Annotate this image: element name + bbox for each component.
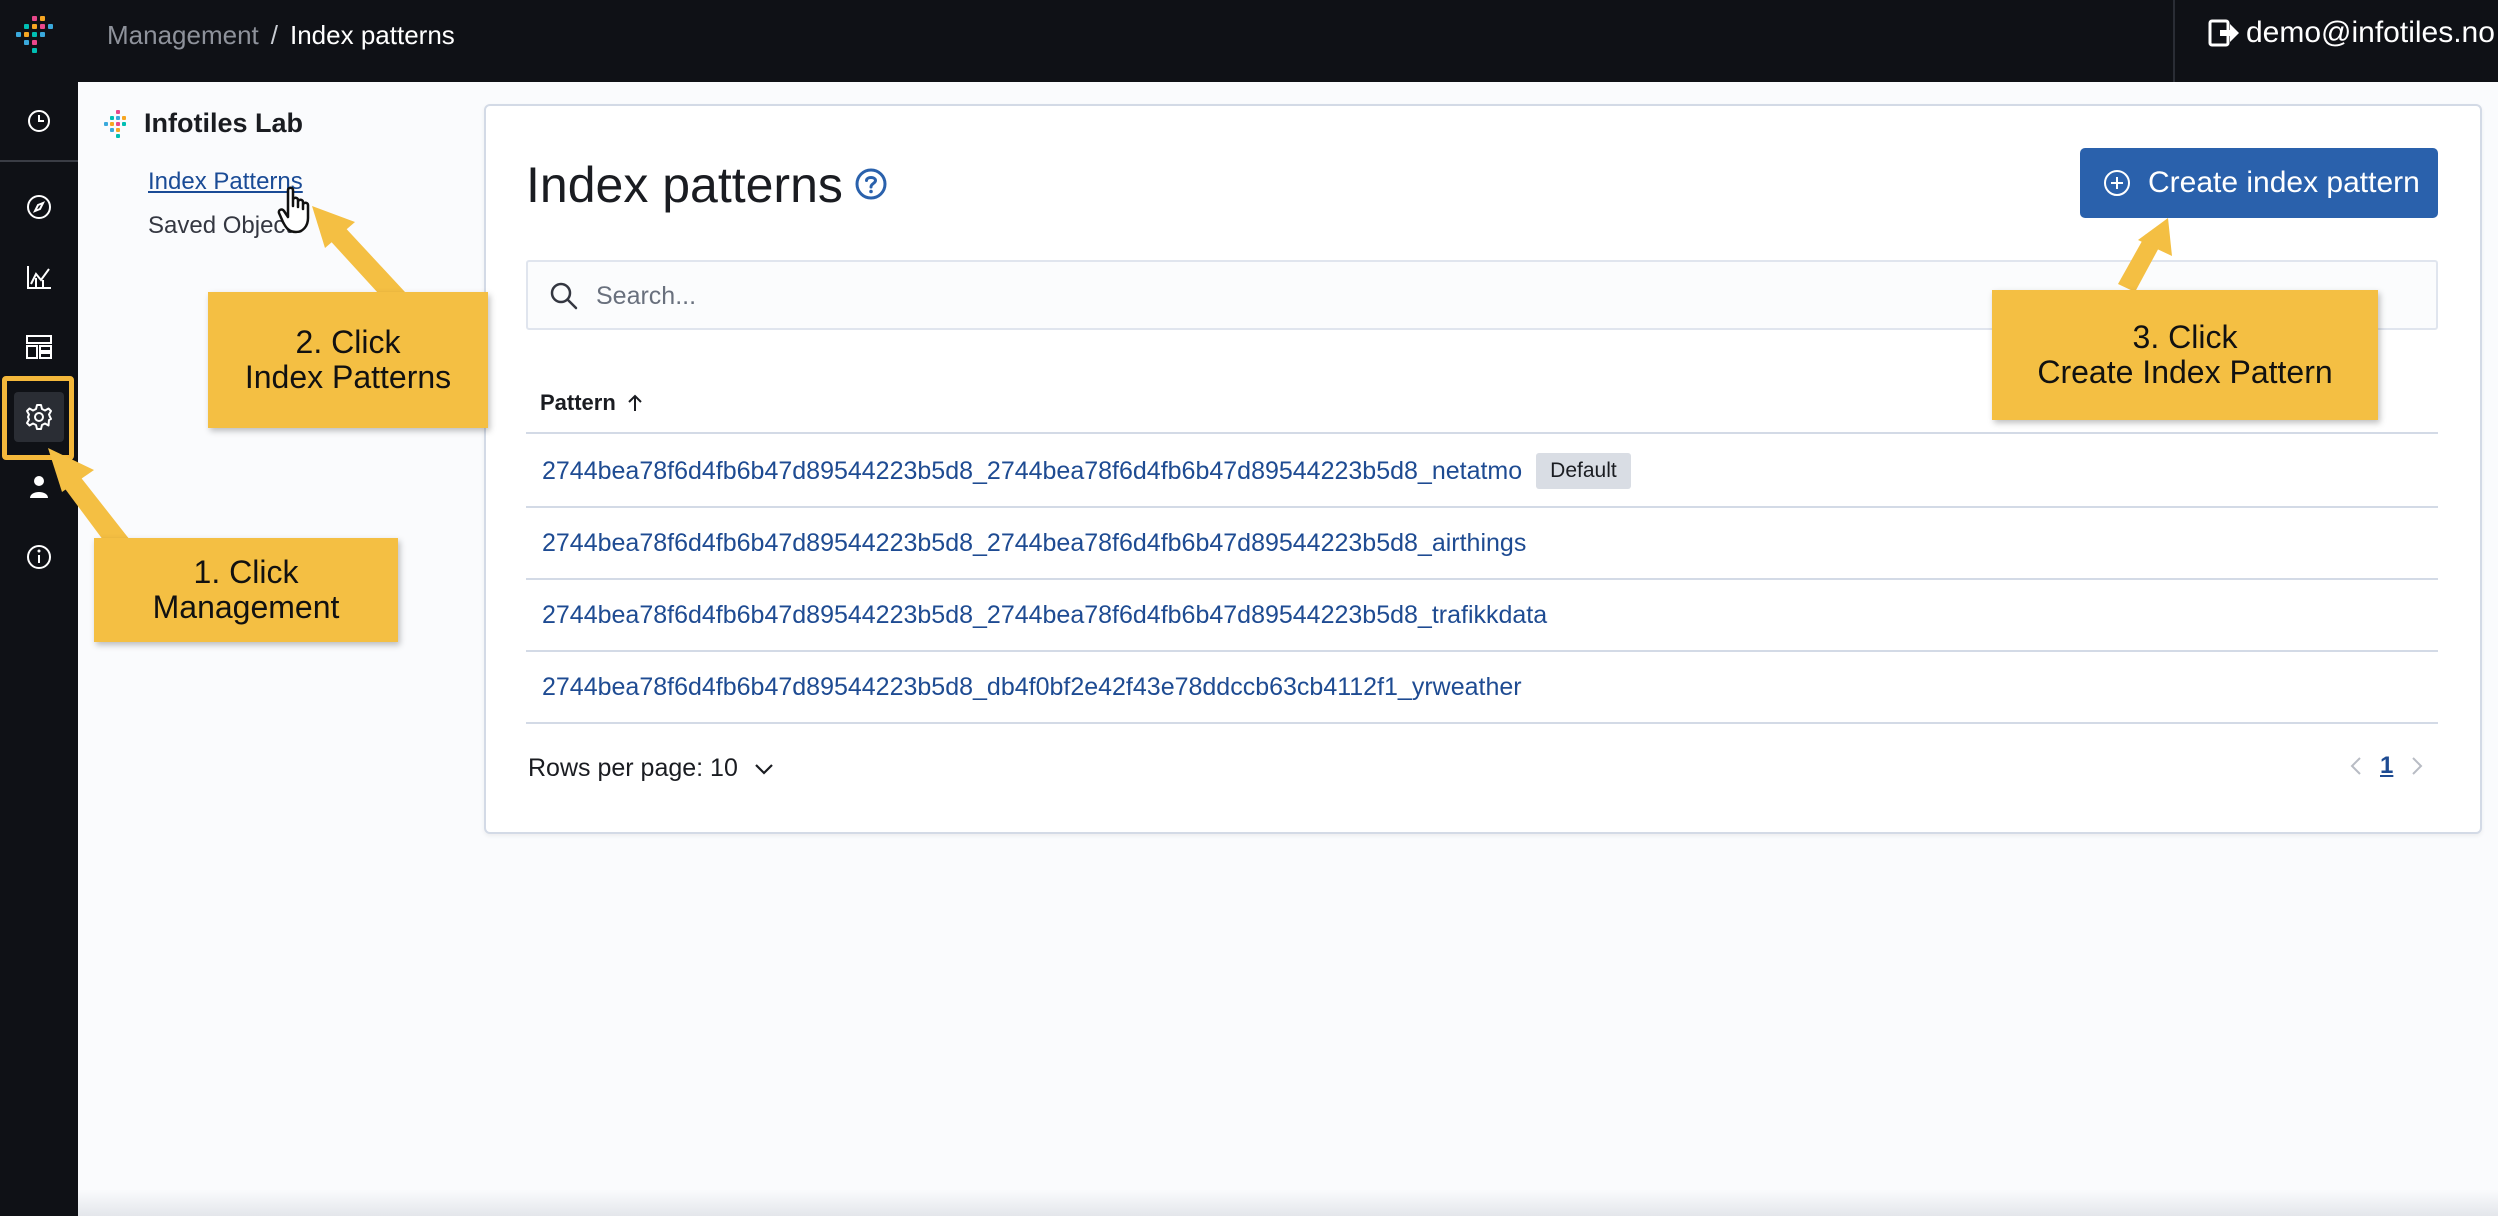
callout-step-3: 3. Click Create Index Pattern: [1992, 290, 2378, 420]
breadcrumb-current: Index patterns: [290, 20, 455, 50]
sort-ascending-icon: [628, 394, 642, 411]
rail-divider: [0, 160, 78, 162]
chevron-left-icon[interactable]: [2346, 754, 2366, 778]
create-index-pattern-button[interactable]: Create index pattern: [2080, 148, 2438, 218]
search-icon: [550, 282, 578, 310]
breadcrumb-separator: /: [270, 20, 278, 50]
index-pattern-link[interactable]: 2744bea78f6d4fb6b47d89544223b5d8_2744bea…: [542, 601, 1547, 630]
logout-icon: [2208, 19, 2239, 47]
sidenav-title: Infotiles Lab: [104, 108, 303, 139]
callout-step-2: 2. Click Index Patterns: [208, 292, 488, 428]
top-bar: Management / Index patterns demo@infotil…: [0, 0, 2498, 82]
rows-per-page-selector[interactable]: Rows per page: 10: [528, 754, 776, 783]
user-menu[interactable]: demo@infotiles.no: [2208, 16, 2495, 50]
rows-per-page-label: Rows per page: 10: [528, 754, 738, 782]
recent-clock-icon[interactable]: [14, 96, 64, 146]
callout-step-2-line2: Index Patterns: [244, 359, 452, 395]
table-row: 2744bea78f6d4fb6b47d89544223b5d8_2744bea…: [526, 508, 2438, 580]
pattern-column-header[interactable]: Pattern: [540, 390, 646, 416]
breadcrumb-management[interactable]: Management: [107, 20, 259, 51]
visualize-chart-icon[interactable]: [14, 252, 64, 302]
callout-step-2-line1: 2. Click: [295, 323, 401, 360]
table-row: 2744bea78f6d4fb6b47d89544223b5d8_2744bea…: [526, 436, 2438, 508]
left-nav-rail: [0, 82, 78, 1216]
infotiles-logo-icon: [104, 109, 132, 138]
callout-step-1-line1: 1. Click: [193, 553, 299, 590]
table-row: 2744bea78f6d4fb6b47d89544223b5d8_db4f0bf…: [526, 652, 2438, 724]
callout-step-1-line2: Management: [152, 589, 340, 625]
plus-circle-icon: [2104, 170, 2130, 196]
callout-step-3-line2: Create Index Pattern: [2037, 354, 2333, 390]
page-number[interactable]: 1: [2380, 752, 2393, 780]
pattern-column-label: Pattern: [540, 390, 616, 415]
pagination: 1: [2346, 752, 2427, 780]
index-pattern-link[interactable]: 2744bea78f6d4fb6b47d89544223b5d8_2744bea…: [542, 457, 1522, 486]
dashboard-icon[interactable]: [14, 322, 64, 372]
callout-step-3-line1: 3. Click: [2132, 318, 2238, 355]
hand-cursor-icon: [277, 186, 310, 234]
app-logo[interactable]: [16, 14, 60, 58]
callout-step-1: 1. Click Management: [94, 538, 398, 642]
index-pattern-link[interactable]: 2744bea78f6d4fb6b47d89544223b5d8_2744bea…: [542, 529, 1526, 558]
default-badge: Default: [1536, 453, 1631, 489]
index-pattern-link[interactable]: 2744bea78f6d4fb6b47d89544223b5d8_db4f0bf…: [542, 673, 1522, 702]
discover-compass-icon[interactable]: [14, 182, 64, 232]
user-icon[interactable]: [14, 462, 64, 512]
table-row: 2744bea78f6d4fb6b47d89544223b5d8_2744bea…: [526, 580, 2438, 652]
page-title: Index patterns: [526, 157, 843, 213]
create-index-pattern-label: Create index pattern: [2148, 166, 2420, 199]
chevron-down-icon: [755, 763, 773, 775]
topbar-divider: [2173, 0, 2175, 82]
help-icon[interactable]: [854, 167, 888, 201]
management-highlight-box: [2, 376, 74, 460]
arrow-to-index-patterns-head: [312, 206, 355, 248]
bottom-shade: [78, 1190, 2498, 1216]
breadcrumb: Management / Index patterns: [107, 20, 455, 51]
info-icon[interactable]: [14, 532, 64, 582]
user-email: demo@infotiles.no: [2246, 16, 2495, 49]
chevron-right-icon[interactable]: [2407, 754, 2427, 778]
sidenav-title-text: Infotiles Lab: [144, 108, 304, 138]
